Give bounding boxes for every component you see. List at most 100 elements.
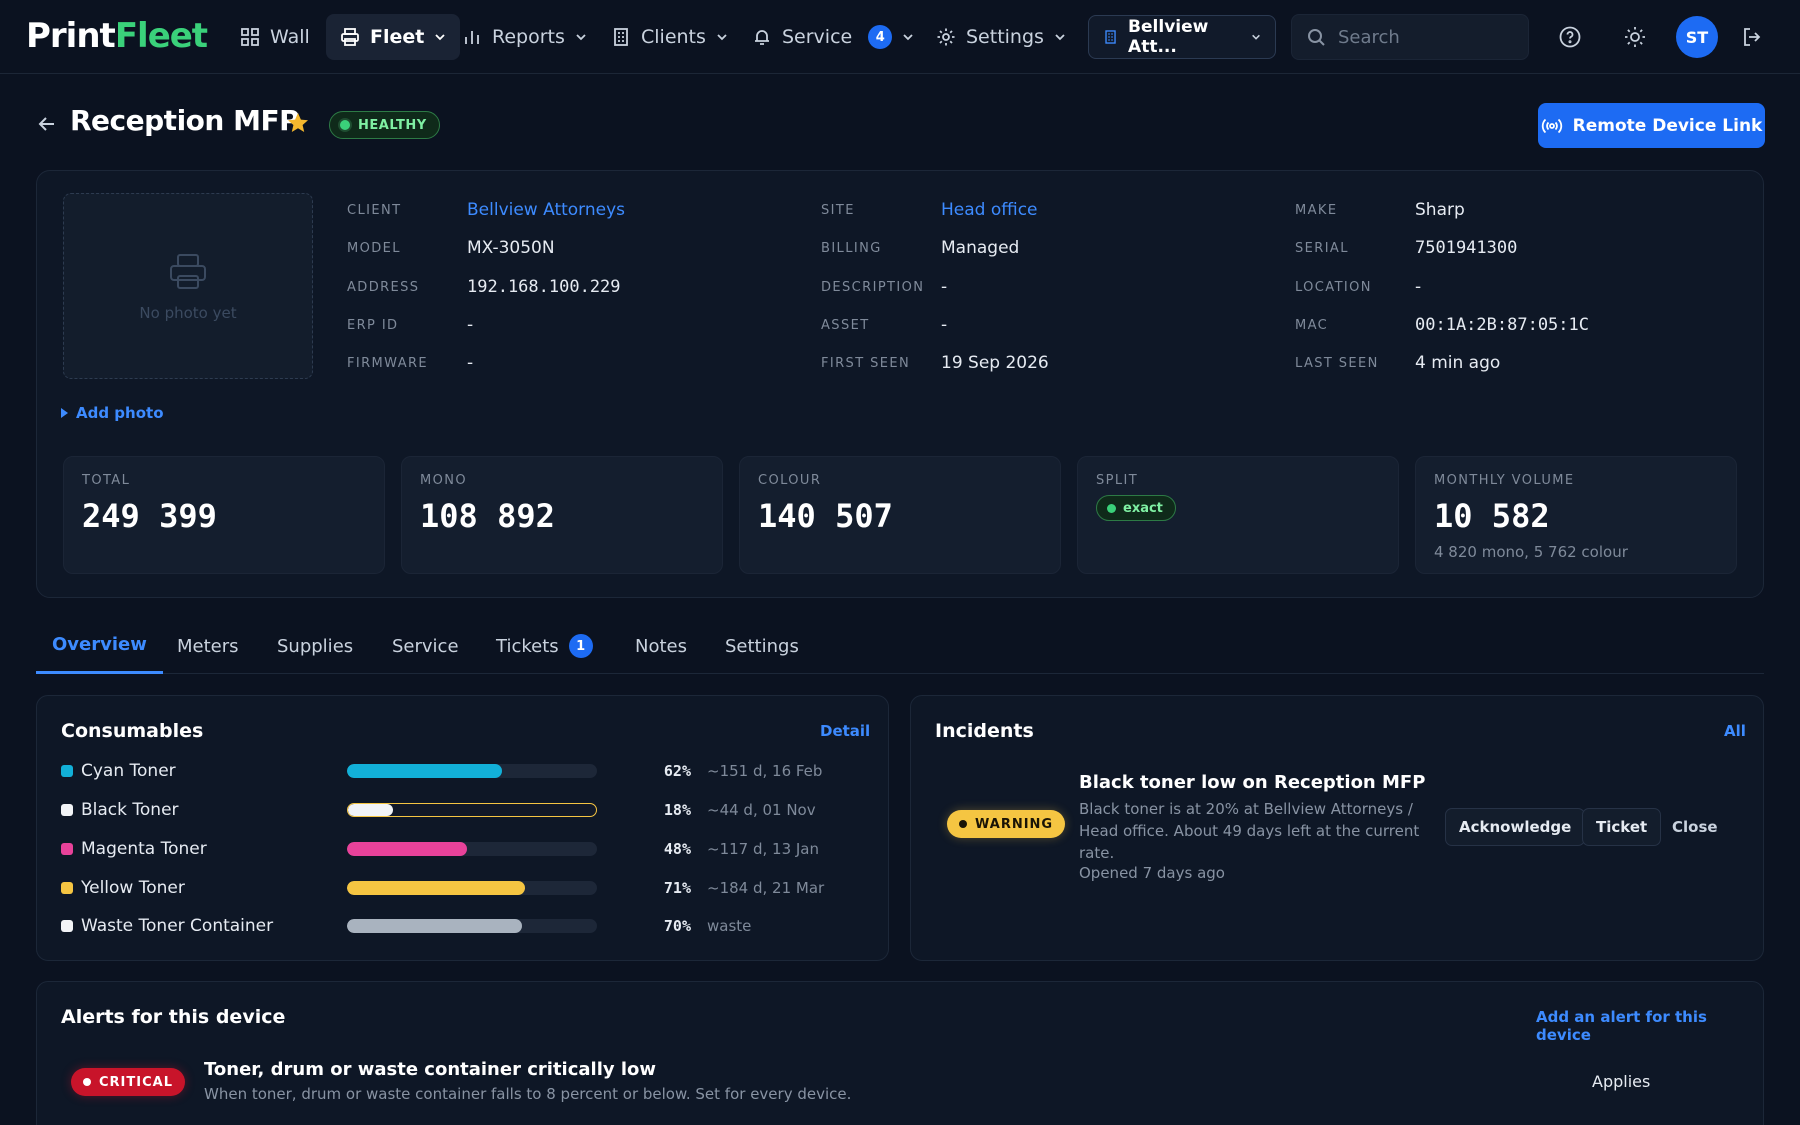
alert-rule-title[interactable]: Toner, drum or waste container criticall… bbox=[204, 1059, 656, 1080]
consumables-detail-link[interactable]: Detail bbox=[820, 722, 870, 740]
remote-device-link-button[interactable]: Remote Device Link bbox=[1538, 103, 1765, 148]
field-client: CLIENT Bellview Attorneys bbox=[347, 200, 626, 220]
tab-notes[interactable]: Notes bbox=[635, 618, 687, 674]
supply-row: Waste Toner Container 70% waste bbox=[61, 914, 881, 938]
incident-opened-time: Opened 7 days ago bbox=[1079, 864, 1225, 882]
incidents-all-link[interactable]: All bbox=[1724, 722, 1746, 740]
color-swatch bbox=[61, 843, 73, 855]
field-last-seen: LAST SEEN 4 min ago bbox=[1295, 353, 1501, 373]
nav-clients[interactable]: Clients bbox=[597, 14, 742, 60]
warning-severity-badge: WARNING bbox=[947, 810, 1066, 838]
stat-total: TOTAL 249 399 bbox=[63, 456, 385, 574]
supply-row: Magenta Toner 48% ~117 d, 13 Jan bbox=[61, 837, 881, 861]
add-photo-link[interactable]: Add photo bbox=[61, 404, 164, 422]
alert-applies-status: Applies bbox=[1592, 1072, 1651, 1091]
site-link[interactable]: Head office bbox=[941, 200, 1038, 220]
split-exact-badge: exact bbox=[1096, 495, 1176, 521]
level-fill bbox=[348, 804, 393, 816]
incident-description: Black toner is at 20% at Bellview Attorn… bbox=[1079, 800, 1420, 862]
close-incident-button[interactable]: Close bbox=[1672, 818, 1718, 836]
color-swatch bbox=[61, 804, 73, 816]
stat-colour: COLOUR 140 507 bbox=[739, 456, 1061, 574]
field-model: MODEL MX-3050N bbox=[347, 238, 555, 258]
sun-icon bbox=[1625, 27, 1645, 47]
service-count-badge: 4 bbox=[868, 25, 893, 49]
nav-wall[interactable]: Wall bbox=[226, 14, 324, 60]
nav-fleet[interactable]: Fleet bbox=[326, 14, 461, 60]
user-avatar[interactable]: ST bbox=[1676, 16, 1718, 58]
building-icon bbox=[614, 28, 628, 46]
level-bar bbox=[347, 919, 597, 933]
help-icon bbox=[1559, 26, 1581, 48]
acknowledge-button[interactable]: Acknowledge bbox=[1445, 808, 1586, 846]
device-details-card: No photo yet Add photo CLIENT Bellview A… bbox=[36, 170, 1764, 598]
field-firmware: FIRMWARE - bbox=[347, 353, 474, 373]
printer-icon bbox=[341, 28, 359, 46]
status-dot bbox=[83, 1078, 91, 1086]
search-icon bbox=[1308, 29, 1325, 46]
level-bar bbox=[347, 842, 597, 856]
field-make: MAKE Sharp bbox=[1295, 200, 1465, 220]
tab-supplies[interactable]: Supplies bbox=[277, 618, 353, 674]
alert-rule-description: When toner, drum or waste container fall… bbox=[204, 1085, 852, 1103]
field-first-seen: FIRST SEEN 19 Sep 2026 bbox=[821, 353, 1049, 373]
tab-service[interactable]: Service bbox=[392, 618, 459, 674]
ticket-button[interactable]: Ticket bbox=[1582, 808, 1662, 846]
page-title: Reception MFP bbox=[70, 104, 300, 137]
tickets-count-badge: 1 bbox=[568, 634, 593, 658]
level-bar bbox=[347, 764, 597, 778]
nav-settings[interactable]: Settings bbox=[922, 14, 1080, 60]
gear-icon bbox=[937, 28, 955, 46]
stat-split: SPLIT exact bbox=[1077, 456, 1399, 574]
help-button[interactable] bbox=[1553, 20, 1587, 54]
tab-meters[interactable]: Meters bbox=[177, 618, 239, 674]
client-selector[interactable]: Bellview Att... bbox=[1088, 15, 1276, 59]
bar-chart-icon bbox=[465, 31, 479, 44]
arrow-left-icon bbox=[38, 117, 54, 131]
chevron-down-icon bbox=[435, 34, 445, 41]
field-site: SITE Head office bbox=[821, 200, 1038, 220]
stat-mono: MONO 108 892 bbox=[401, 456, 723, 574]
stat-monthly-volume: MONTHLY VOLUME 10 582 4 820 mono, 5 762 … bbox=[1415, 456, 1737, 574]
chevron-down-icon bbox=[1055, 34, 1065, 41]
tab-overview[interactable]: Overview bbox=[36, 618, 163, 674]
nav-service[interactable]: Service 4 bbox=[738, 14, 928, 60]
level-fill bbox=[347, 842, 467, 856]
tab-tickets[interactable]: Tickets 1 bbox=[496, 618, 593, 674]
critical-severity-badge: CRITICAL bbox=[71, 1068, 185, 1096]
chevron-down-icon bbox=[903, 34, 913, 41]
back-button[interactable] bbox=[36, 113, 58, 135]
nav-reports[interactable]: Reports bbox=[448, 14, 601, 60]
color-swatch bbox=[61, 765, 73, 777]
consumables-panel: Consumables Detail Cyan Toner 62% ~151 d… bbox=[36, 695, 889, 961]
status-dot bbox=[959, 820, 967, 828]
level-fill bbox=[347, 919, 522, 933]
incident-title[interactable]: Black toner low on Reception MFP bbox=[1079, 772, 1425, 793]
status-badge: HEALTHY bbox=[329, 111, 440, 139]
building-icon bbox=[1105, 30, 1116, 44]
grid-icon bbox=[241, 28, 259, 46]
level-fill bbox=[347, 881, 525, 895]
logout-button[interactable] bbox=[1735, 20, 1769, 54]
theme-toggle-button[interactable] bbox=[1618, 20, 1652, 54]
caret-right-icon bbox=[61, 408, 68, 418]
favorite-star-icon[interactable] bbox=[286, 111, 310, 135]
supply-row: Cyan Toner 62% ~151 d, 16 Feb bbox=[61, 759, 881, 783]
printfleet-logo[interactable]: PrintFleet bbox=[26, 16, 208, 56]
color-swatch bbox=[61, 920, 73, 932]
field-billing: BILLING Managed bbox=[821, 238, 1020, 258]
status-dot bbox=[340, 120, 350, 130]
printer-icon bbox=[170, 254, 206, 289]
add-alert-link[interactable]: Add an alert for this device bbox=[1536, 1008, 1763, 1044]
alerts-panel: Alerts for this device Add an alert for … bbox=[36, 981, 1764, 1125]
field-mac: MAC 00:1A:2B:87:05:1C bbox=[1295, 315, 1589, 335]
search-input[interactable] bbox=[1338, 26, 1508, 48]
device-tabs: Overview Meters Supplies Service Tickets… bbox=[36, 618, 1764, 674]
tab-settings[interactable]: Settings bbox=[725, 618, 799, 674]
field-description: DESCRIPTION - bbox=[821, 277, 948, 297]
client-link[interactable]: Bellview Attorneys bbox=[467, 200, 625, 220]
level-bar bbox=[347, 881, 597, 895]
chevron-down-icon bbox=[717, 34, 727, 41]
supply-row: Black Toner 18% ~44 d, 01 Nov bbox=[61, 798, 881, 822]
chevron-down-icon bbox=[576, 34, 586, 41]
